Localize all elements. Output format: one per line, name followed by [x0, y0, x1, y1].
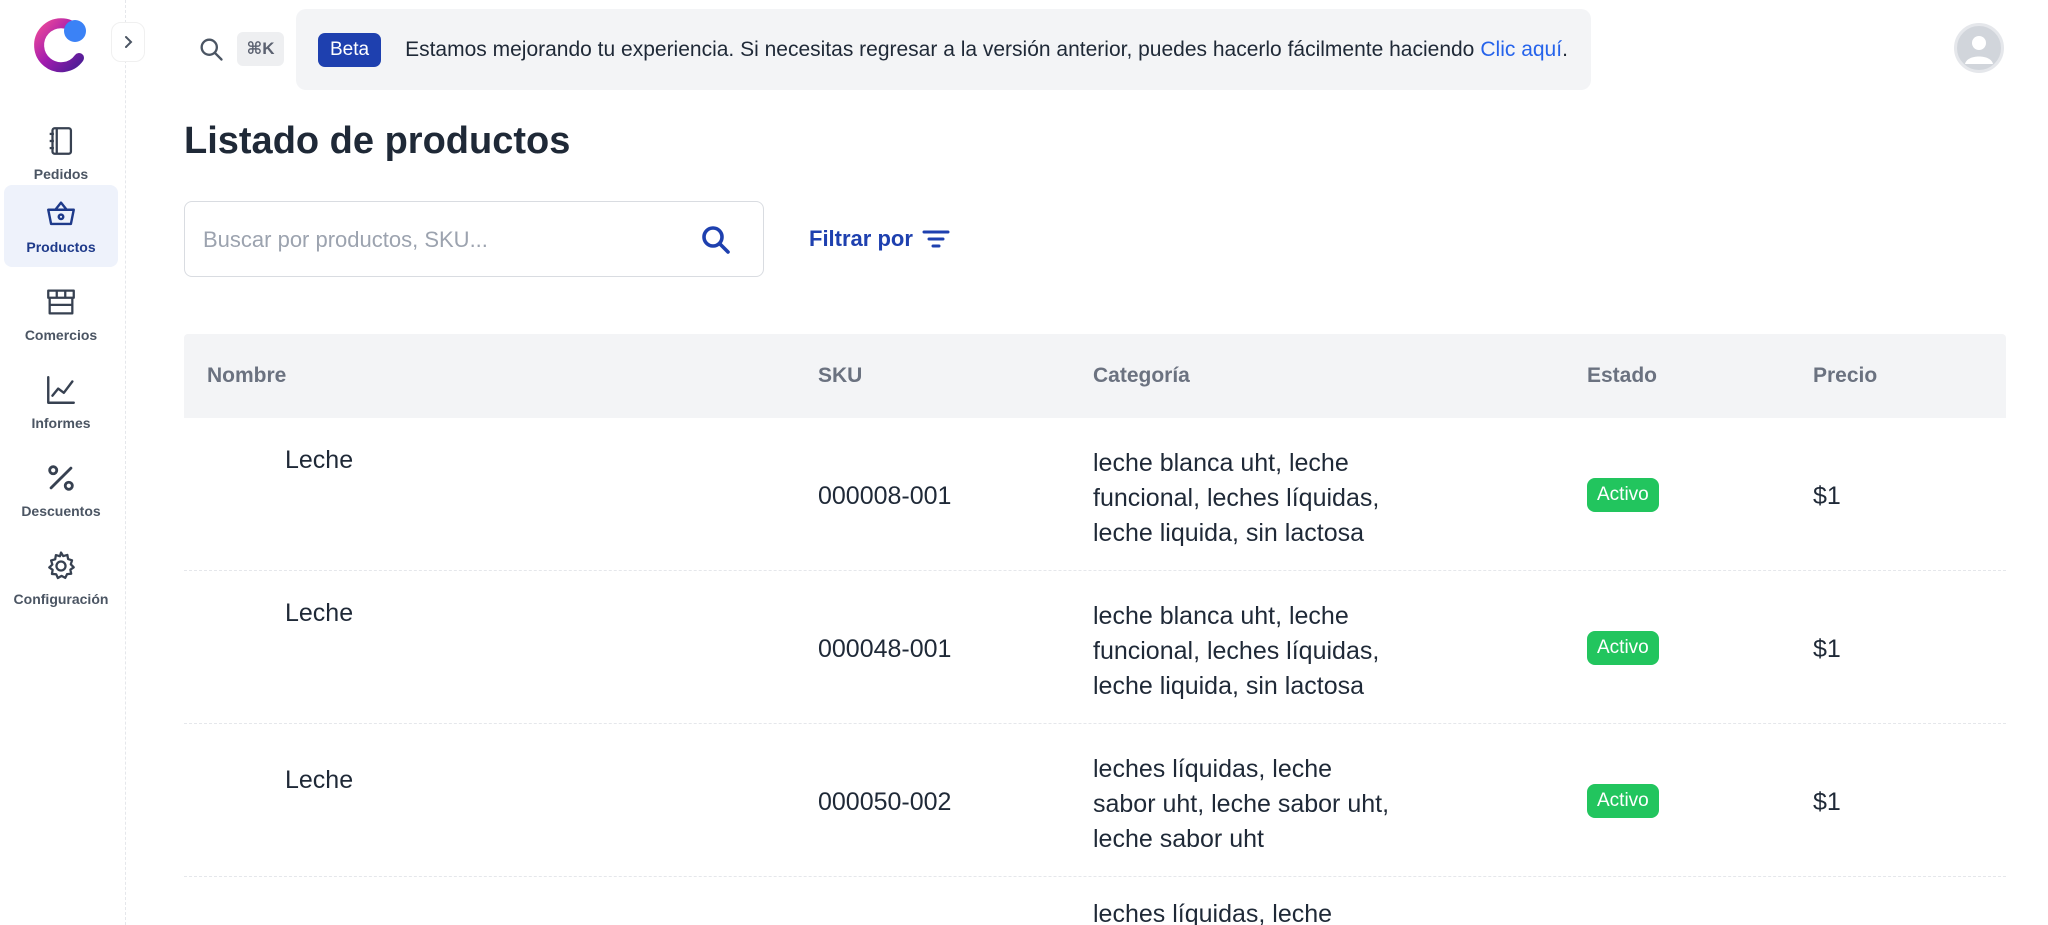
sidebar-item-configuracion[interactable]: Configuración	[4, 537, 118, 619]
sidebar-item-label: Informes	[31, 415, 91, 431]
column-header-estado[interactable]: Estado	[1587, 364, 1657, 388]
sidebar-item-informes[interactable]: Informes	[4, 361, 118, 443]
product-search-box	[184, 201, 764, 277]
banner-punctuation: .	[1562, 37, 1568, 61]
sidebar-item-label: Descuentos	[21, 503, 101, 519]
status-badge: Activo	[1587, 784, 1659, 818]
chart-line-icon	[47, 376, 75, 404]
table-header: Nombre SKU Categoría Estado Precio	[184, 334, 2006, 418]
basket-icon	[47, 201, 75, 226]
product-price: $1	[1813, 635, 1841, 663]
global-search-icon[interactable]	[197, 35, 225, 63]
product-name: Leche	[285, 599, 354, 627]
beta-badge: Beta	[318, 32, 382, 67]
sidebar: Pedidos Productos Comercios Informes Des…	[0, 0, 126, 925]
avatar[interactable]	[1954, 23, 2004, 73]
table-row[interactable]: Leche 000008-001 leche blanca uht, leche…	[184, 418, 2006, 571]
app-logo[interactable]	[31, 14, 91, 74]
table-row-partial[interactable]: leches líquidas, leche	[184, 877, 2006, 925]
beta-banner: Beta Estamos mejorando tu experiencia. S…	[296, 9, 1591, 90]
column-header-categoria[interactable]: Categoría	[1093, 364, 1190, 388]
sidebar-item-pedidos[interactable]: Pedidos	[4, 112, 118, 194]
store-icon	[47, 289, 75, 315]
gear-icon	[48, 551, 75, 580]
filter-lines-icon	[922, 230, 950, 248]
filter-button[interactable]: Filtrar por	[809, 221, 951, 257]
search-icon[interactable]	[698, 222, 734, 258]
percent-icon	[48, 465, 74, 491]
column-header-precio[interactable]: Precio	[1813, 364, 1877, 388]
table-row[interactable]: Leche 000048-001 leche blanca uht, leche…	[184, 571, 2006, 724]
product-sku: 000008-001	[818, 482, 952, 510]
product-category: leche blanca uht, leche funcional, leche…	[1093, 449, 1380, 547]
sidebar-item-label: Productos	[26, 239, 96, 255]
sidebar-item-label: Pedidos	[33, 166, 89, 182]
product-name: Leche	[285, 446, 354, 474]
sidebar-toggle-button[interactable]	[111, 22, 145, 62]
notebook-icon	[49, 127, 73, 155]
product-category: leches líquidas, leche	[1093, 900, 1333, 925]
user-icon	[1965, 36, 1993, 64]
product-price: $1	[1813, 788, 1841, 816]
table-row[interactable]: Leche 000050-002 leches líquidas, leche …	[184, 724, 2006, 877]
sidebar-item-productos[interactable]: Productos	[4, 185, 118, 267]
product-category: leche blanca uht, leche funcional, leche…	[1093, 602, 1380, 700]
filter-label: Filtrar por	[809, 226, 913, 251]
shortcut-badge[interactable]: ⌘K	[237, 32, 284, 66]
product-sku: 000050-002	[818, 788, 952, 816]
status-badge: Activo	[1587, 478, 1659, 512]
product-sku: 000048-001	[818, 635, 952, 663]
sidebar-item-comercios[interactable]: Comercios	[4, 273, 118, 355]
status-badge: Activo	[1587, 631, 1659, 665]
sidebar-item-label: Comercios	[24, 327, 98, 343]
banner-text: Estamos mejorando tu experiencia. Si nec…	[405, 37, 1475, 61]
product-name: Leche	[285, 766, 354, 794]
sidebar-item-descuentos[interactable]: Descuentos	[4, 449, 118, 531]
page-title: Listado de productos	[184, 120, 571, 162]
chevron-right-icon	[125, 36, 133, 48]
product-category: leches líquidas, leche sabor uht, leche …	[1093, 755, 1390, 853]
product-price: $1	[1813, 482, 1841, 510]
products-table: Nombre SKU Categoría Estado Precio Leche…	[184, 334, 2006, 925]
sidebar-item-label: Configuración	[13, 591, 109, 607]
column-header-sku[interactable]: SKU	[818, 364, 862, 388]
search-input[interactable]	[203, 220, 673, 260]
banner-link[interactable]: Clic aquí	[1480, 38, 1562, 62]
column-header-nombre[interactable]: Nombre	[207, 364, 286, 388]
